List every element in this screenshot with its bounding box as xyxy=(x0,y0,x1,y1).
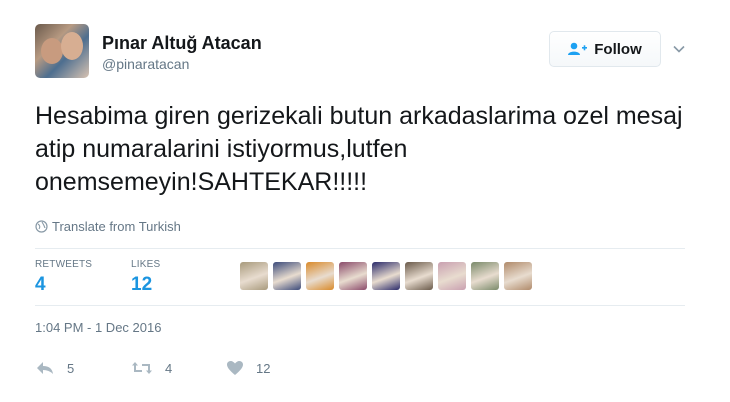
tweet-text: Hesabima giren gerizekali butun arkadasl… xyxy=(35,102,683,196)
like-button[interactable]: 12 xyxy=(226,360,270,376)
timestamp[interactable]: 1:04 PM - 1 Dec 2016 xyxy=(35,320,161,335)
retweet-icon xyxy=(132,362,152,374)
user-handle[interactable]: @pinaratacan xyxy=(102,56,189,72)
avatar[interactable] xyxy=(35,24,89,78)
add-user-icon xyxy=(568,42,588,55)
retweet-button[interactable]: 4 xyxy=(131,360,172,376)
retweets-stat[interactable]: RETWEETS 4 xyxy=(35,259,92,296)
heart-icon xyxy=(227,361,243,375)
follow-button-label: Follow xyxy=(594,40,642,58)
liker-avatar[interactable] xyxy=(405,262,433,290)
divider xyxy=(35,248,685,249)
divider xyxy=(35,305,685,306)
liker-avatar[interactable] xyxy=(372,262,400,290)
reply-button[interactable]: 5 xyxy=(35,360,74,376)
liker-avatar[interactable] xyxy=(438,262,466,290)
liker-avatar[interactable] xyxy=(471,262,499,290)
like-count: 12 xyxy=(256,360,271,376)
liker-avatar[interactable] xyxy=(240,262,268,290)
avatar-face xyxy=(61,32,83,60)
reply-count: 5 xyxy=(67,360,75,376)
liker-avatar[interactable] xyxy=(273,262,301,290)
retweet-count: 4 xyxy=(165,360,173,376)
translate-link[interactable]: Translate from Turkish xyxy=(35,219,181,234)
chevron-down-icon[interactable] xyxy=(672,42,686,56)
translate-label: Translate from Turkish xyxy=(52,219,181,234)
follow-button[interactable]: Follow xyxy=(549,31,661,67)
retweets-label: RETWEETS xyxy=(35,259,93,270)
reply-icon xyxy=(37,362,53,374)
likes-count: 12 xyxy=(131,274,153,295)
liker-avatar[interactable] xyxy=(306,262,334,290)
globe-icon xyxy=(35,220,48,233)
liker-avatar[interactable] xyxy=(339,262,367,290)
likes-label: LIKES xyxy=(131,259,161,270)
retweets-count: 4 xyxy=(35,274,46,295)
avatar-face xyxy=(41,38,63,64)
user-display-name[interactable]: Pınar Altuğ Atacan xyxy=(102,33,262,54)
likes-stat[interactable]: LIKES 12 xyxy=(131,259,160,296)
liker-avatar[interactable] xyxy=(504,262,532,290)
likers-avatars xyxy=(240,262,532,290)
